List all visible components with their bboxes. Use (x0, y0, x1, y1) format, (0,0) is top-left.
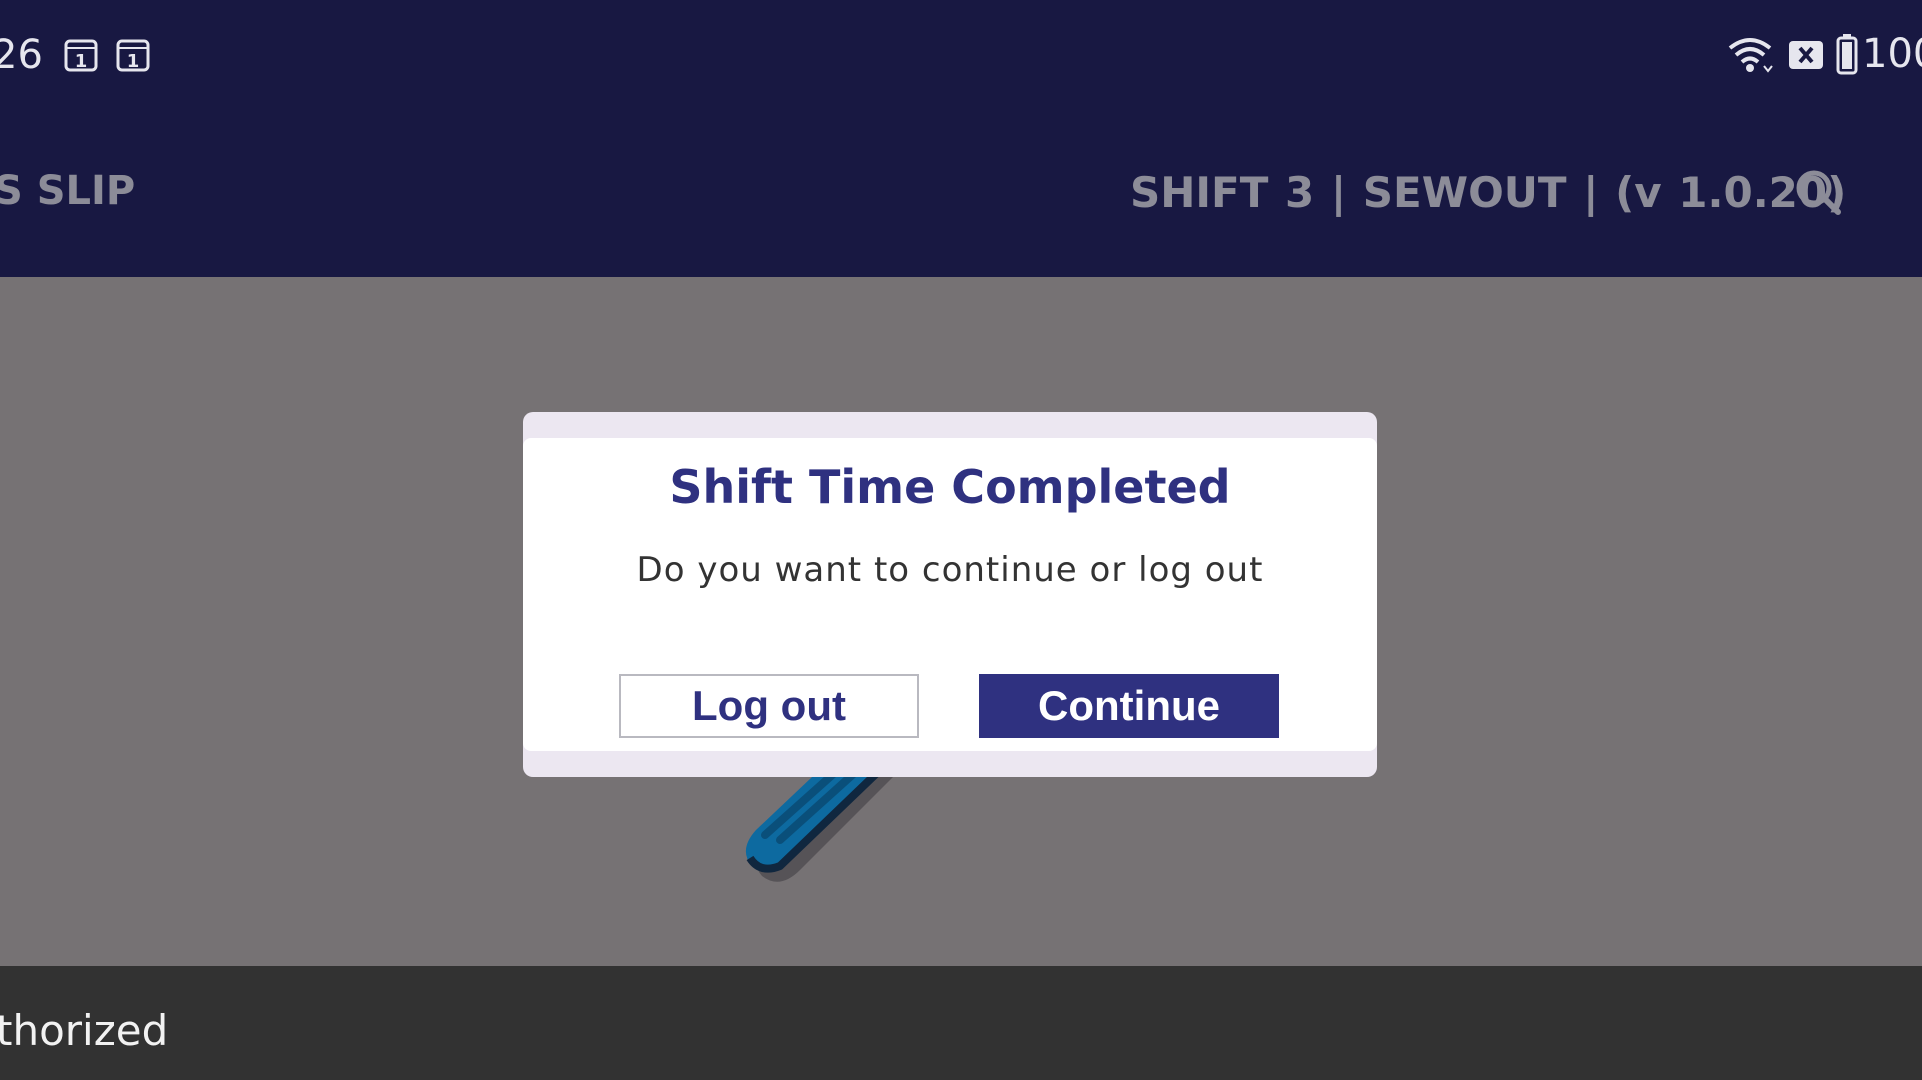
shift-status-info: SHIFT 3 | SEWOUT | (v 1.0.20) (1130, 168, 1847, 217)
continue-button[interactable]: Continue (979, 674, 1279, 738)
bottom-snackbar: thorized (0, 966, 1922, 1080)
dialog-title: Shift Time Completed (669, 460, 1231, 514)
no-sim-icon (1789, 41, 1823, 69)
snackbar-text: thorized (0, 1006, 169, 1055)
shift-completed-dialog: Shift Time Completed Do you want to cont… (523, 438, 1377, 751)
top-bar: 26 1 1 100 S SLIP SHIFT 3 | SEWOUT | (v … (0, 0, 1922, 277)
dialog-message: Do you want to continue or log out (636, 550, 1264, 590)
app-title: S SLIP (0, 168, 136, 214)
calendar-notification-icon: 1 (64, 39, 98, 72)
battery-percentage: 100 (1862, 31, 1922, 77)
svg-text:1: 1 (75, 51, 88, 72)
svg-text:1: 1 (127, 51, 140, 72)
battery-icon (1836, 34, 1858, 75)
status-time: 26 (0, 32, 43, 78)
search-icon[interactable] (1794, 168, 1844, 218)
calendar-notification-icon: 1 (116, 39, 150, 72)
wifi-icon (1728, 38, 1773, 73)
logout-button[interactable]: Log out (619, 674, 919, 738)
